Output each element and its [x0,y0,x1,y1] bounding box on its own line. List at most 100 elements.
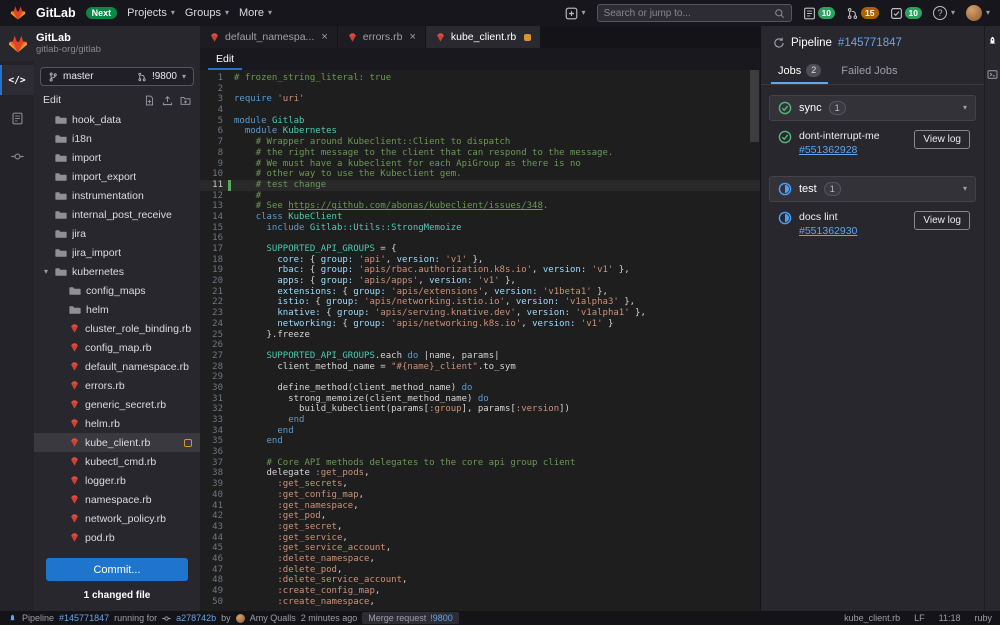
tree-item-logger.rb[interactable]: logger.rb [34,471,200,490]
tree-item-namespace.rb[interactable]: namespace.rb [34,490,200,509]
code-line-44: 44 :get_service, [212,532,348,543]
help-menu[interactable]: ? ▾ [932,6,955,20]
tree-item-hook_data[interactable]: hook_data [34,110,200,129]
tree-item-pod.rb[interactable]: pod.rb [34,528,200,547]
editor-scrollbar[interactable] [750,70,759,142]
nav-groups[interactable]: Groups ▾ [185,7,229,19]
code-line-42: 42 :get_pod, [212,511,327,522]
branch-selector[interactable]: master !9800 ▾ [40,67,194,86]
statusbar-author: Amy Qualls [249,613,296,623]
terminal-panel-button[interactable] [985,69,1000,80]
tree-item-jira_import[interactable]: jira_import [34,243,200,262]
issues-menu[interactable]: 10 [803,7,836,20]
tree-item-config_map.rb[interactable]: config_map.rb [34,338,200,357]
close-icon[interactable]: × [321,31,327,43]
editor-tab-default_namespa...[interactable]: default_namespa... × [200,26,338,48]
tree-item-label: namespace.rb [85,493,152,506]
code-line-13: 13 # See https://github.com/abonas/kubec… [212,201,549,212]
code-line-32: 32 build_kubeclient(params[:group], para… [212,404,570,415]
ruby-file-icon [69,456,80,467]
tree-item-helm[interactable]: helm [34,300,200,319]
code-line-16: 16 [212,233,223,244]
commit-mode-button[interactable] [0,141,34,171]
tree-item-instrumentation[interactable]: instrumentation [34,186,200,205]
tree-item-cluster_role_binding.rb[interactable]: cluster_role_binding.rb [34,319,200,338]
tree-item-kubernetes[interactable]: ▾ kubernetes [34,262,200,281]
project-namespace: gitlab-org/gitlab [36,44,101,55]
tree-item-i18n[interactable]: i18n [34,129,200,148]
search-input[interactable] [603,7,770,19]
statusbar-cursor-position: 11:18 [938,613,961,623]
mr-id-link[interactable]: !9800 [430,613,453,623]
pipeline-panel: Pipeline #145771847 Jobs 2 Failed Jobs s… [760,26,984,611]
code-line-39: 39 :get_secrets, [212,479,348,490]
tab-edit-mode[interactable]: Edit [208,50,243,70]
ruby-file-icon [69,380,80,391]
code-line-31: 31 strong_memoize(client_method_name) do [212,393,489,404]
close-icon[interactable]: × [409,31,415,43]
job-id-link[interactable]: #551362930 [799,225,857,237]
pipeline-id-link[interactable]: #145771847 [838,37,902,49]
commit-button[interactable]: Commit... [46,558,188,581]
gitlab-web-ide: GitLab Next Projects▾ Groups▾ More▾ ▾ 10… [0,0,1000,625]
ruby-file-icon [69,418,80,429]
statusbar-mr-ref[interactable]: Merge request !9800 [362,612,459,624]
tree-item-kubectl_cmd.rb[interactable]: kubectl_cmd.rb [34,452,200,471]
tree-item-network_policy.rb[interactable]: network_policy.rb [34,509,200,528]
statusbar-pipeline-link[interactable]: #145771847 [59,613,109,623]
user-menu[interactable]: ▾ [965,5,990,21]
new-folder-icon[interactable] [180,95,191,106]
tree-item-default_namespace.rb[interactable]: default_namespace.rb [34,357,200,376]
pipelines-panel-button[interactable] [985,36,1000,47]
edit-mode-button[interactable]: </> [0,65,34,95]
tree-item-import[interactable]: import [34,148,200,167]
jobs-count-badge: 2 [806,64,822,77]
new-file-icon[interactable] [144,95,155,106]
nav-projects[interactable]: Projects ▾ [127,7,175,19]
stage-header-sync[interactable]: sync 1 ▾ [769,95,976,121]
upload-file-icon[interactable] [162,95,173,106]
code-line-40: 40 :get_config_map, [212,489,365,500]
tab-jobs[interactable]: Jobs 2 [771,58,828,84]
todos-menu[interactable]: 10 [890,7,922,20]
tree-item-import_export[interactable]: import_export [34,167,200,186]
view-log-button[interactable]: View log [914,211,970,230]
tree-item-generic_secret.rb[interactable]: generic_secret.rb [34,395,200,414]
project-avatar [8,34,28,54]
statusbar-pipeline-label: Pipeline [22,613,55,623]
code-editor[interactable]: 1 # frozen_string_literal: true 2 3 require … [200,70,760,611]
chevron-down-icon: ▾ [985,8,990,17]
folder-icon [55,152,67,164]
plus-menu[interactable]: ▾ [565,7,586,20]
top-navbar: GitLab Next Projects▾ Groups▾ More▾ ▾ 10… [0,0,1000,26]
help-icon: ? [932,6,947,20]
commit-sha-link[interactable]: a278742b [176,613,216,623]
job-name: docs lint [799,211,838,223]
editor-tab-errors.rb[interactable]: errors.rb × [337,26,426,48]
job-id-link[interactable]: #551362928 [799,144,880,156]
nav-more[interactable]: More ▾ [239,7,272,19]
tree-item-kube_client.rb[interactable]: kube_client.rb [34,433,200,452]
chevron-down-icon: ▾ [43,266,48,276]
search-box[interactable] [596,4,792,22]
brand-title[interactable]: GitLab [36,6,76,20]
code-line-20: 20 apps: { group: 'apis/apps', version: … [212,276,516,287]
ruby-file-icon [69,532,80,543]
refresh-icon[interactable] [773,37,785,49]
tab-failed-jobs[interactable]: Failed Jobs [834,58,904,84]
chevron-down-icon: ▾ [581,8,586,17]
stage-header-test[interactable]: test 1 ▾ [769,176,976,202]
merge-requests-menu[interactable]: 15 [846,7,879,20]
editor-tab-kube_client.rb[interactable]: kube_client.rb [425,26,542,48]
chevron-down-icon: ▾ [962,184,967,193]
tree-item-errors.rb[interactable]: errors.rb [34,376,200,395]
tree-item-internal_post_receive[interactable]: internal_post_receive [34,205,200,224]
tree-item-jira[interactable]: jira [34,224,200,243]
tree-item-helm.rb[interactable]: helm.rb [34,414,200,433]
review-mode-button[interactable] [0,103,34,133]
tree-item-config_maps[interactable]: config_maps [34,281,200,300]
stage-name: test [799,183,817,195]
gitlab-logo-icon[interactable] [10,5,26,21]
view-log-button[interactable]: View log [914,130,970,149]
tree-item-label: internal_post_receive [72,208,172,221]
